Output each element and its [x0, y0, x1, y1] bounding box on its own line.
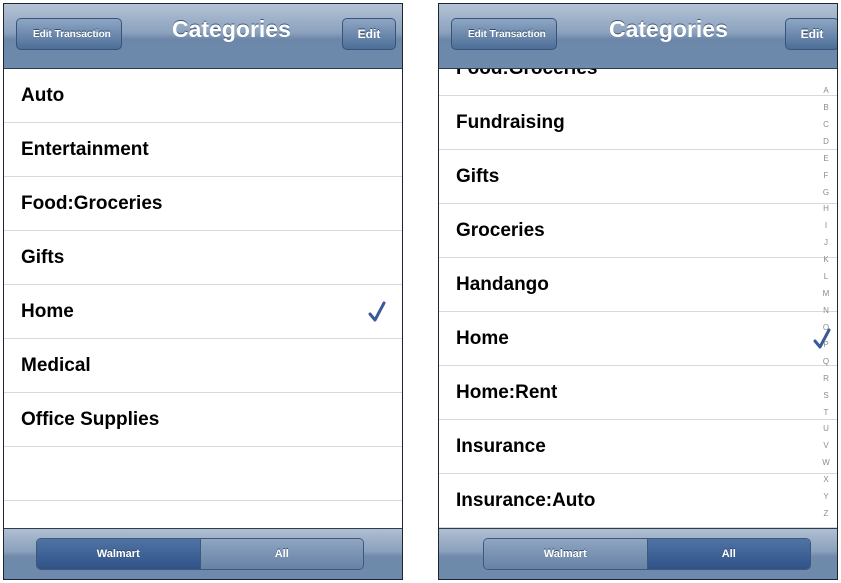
filter-segmented-control: Walmart All	[483, 538, 811, 570]
right-phone-screen: Edit Transaction Categories Edit Food:Gr…	[438, 3, 838, 580]
list-item-label: Insurance:Auto	[456, 490, 596, 511]
list-item-label: Food:Groceries	[456, 69, 597, 95]
page-title: Categories	[609, 16, 728, 42]
page-title: Categories	[172, 16, 291, 42]
edit-button[interactable]: Edit	[785, 18, 837, 50]
list-item[interactable]: Office Supplies	[4, 393, 402, 447]
back-button-label: Edit Transaction	[468, 29, 546, 40]
list-item[interactable]: Food:Groceries	[439, 69, 837, 96]
list-item-label: Medical	[21, 355, 91, 376]
empty-row	[4, 501, 402, 529]
index-letter-m[interactable]: M	[815, 289, 837, 299]
list-item-label: Gifts	[21, 247, 65, 268]
category-list: Food:Groceries Fundraising Gifts Groceri…	[439, 69, 837, 529]
list-item[interactable]: Entertainment	[4, 123, 402, 177]
list-item[interactable]: Insurance:Auto	[439, 474, 837, 528]
index-letter-v[interactable]: V	[815, 441, 837, 451]
list-item-label: Insurance	[456, 436, 546, 457]
index-letter-d[interactable]: D	[815, 137, 837, 147]
list-item-label: Home	[21, 301, 74, 322]
list-item[interactable]: Groceries	[439, 204, 837, 258]
empty-row	[4, 447, 402, 501]
index-letter-j[interactable]: J	[815, 238, 837, 248]
index-letter-k[interactable]: K	[815, 255, 837, 265]
index-letter-r[interactable]: R	[815, 374, 837, 384]
index-letter-i[interactable]: I	[815, 221, 837, 231]
navigation-bar: Edit Transaction Categories Edit	[4, 4, 402, 69]
segment-walmart[interactable]: Walmart	[484, 539, 647, 569]
bottom-toolbar: Walmart All	[4, 528, 402, 579]
left-phone-screen: Edit Transaction Categories Edit Auto En…	[3, 3, 403, 580]
list-item-label: Auto	[21, 85, 65, 106]
index-letter-o[interactable]: O	[815, 323, 837, 333]
list-item-label: Fundraising	[456, 112, 565, 133]
list-item[interactable]: Gifts	[4, 231, 402, 285]
category-list: Auto Entertainment Food:Groceries Gifts …	[4, 69, 402, 529]
list-item-label: Home:Rent	[456, 382, 558, 403]
list-item-label: Handango	[456, 274, 549, 295]
segment-all[interactable]: All	[199, 539, 363, 569]
segment-walmart[interactable]: Walmart	[37, 539, 200, 569]
index-letter-c[interactable]: C	[815, 120, 837, 130]
index-letter-e[interactable]: E	[815, 154, 837, 164]
navigation-bar: Edit Transaction Categories Edit	[439, 4, 837, 69]
index-letter-u[interactable]: U	[815, 424, 837, 434]
index-letter-t[interactable]: T	[815, 408, 837, 418]
index-letter-f[interactable]: F	[815, 171, 837, 181]
list-item[interactable]: Insurance	[439, 420, 837, 474]
bottom-toolbar: Walmart All	[439, 528, 837, 579]
index-letter-y[interactable]: Y	[815, 492, 837, 502]
list-item[interactable]: Auto	[4, 69, 402, 123]
list-item[interactable]: Food:Groceries	[4, 177, 402, 231]
list-item[interactable]: Home	[439, 312, 837, 366]
list-item[interactable]: Handango	[439, 258, 837, 312]
list-item[interactable]: Medical	[4, 339, 402, 393]
list-item[interactable]: Home:Rent	[439, 366, 837, 420]
segment-all[interactable]: All	[646, 539, 810, 569]
index-letter-g[interactable]: G	[815, 188, 837, 198]
index-letter-p[interactable]: P	[815, 340, 837, 350]
index-letter-x[interactable]: X	[815, 475, 837, 485]
list-item-label: Food:Groceries	[21, 193, 163, 214]
index-letter-b[interactable]: B	[815, 103, 837, 113]
index-letter-w[interactable]: W	[815, 458, 837, 468]
section-index-bar[interactable]: ABCDEFGHIJKLMNOPQRSTUVWXYZ	[815, 86, 837, 526]
list-item[interactable]: Fundraising	[439, 96, 837, 150]
list-item[interactable]: Gifts	[439, 150, 837, 204]
filter-segmented-control: Walmart All	[36, 538, 364, 570]
index-letter-n[interactable]: N	[815, 306, 837, 316]
index-letter-l[interactable]: L	[815, 272, 837, 282]
back-button-label: Edit Transaction	[33, 29, 111, 40]
back-button[interactable]: Edit Transaction	[16, 18, 122, 50]
list-item[interactable]: Home	[4, 285, 402, 339]
index-letter-s[interactable]: S	[815, 391, 837, 401]
back-button[interactable]: Edit Transaction	[451, 18, 557, 50]
list-item-label: Groceries	[456, 220, 545, 241]
index-letter-h[interactable]: H	[815, 204, 837, 214]
index-letter-a[interactable]: A	[815, 86, 837, 96]
edit-button[interactable]: Edit	[342, 18, 396, 50]
list-item-label: Office Supplies	[21, 409, 160, 430]
list-item-label: Home	[456, 328, 509, 349]
checkmark-icon	[368, 301, 386, 322]
list-item-label: Entertainment	[21, 139, 149, 160]
list-item-label: Gifts	[456, 166, 500, 187]
index-letter-z[interactable]: Z	[815, 509, 837, 519]
index-letter-q[interactable]: Q	[815, 357, 837, 367]
